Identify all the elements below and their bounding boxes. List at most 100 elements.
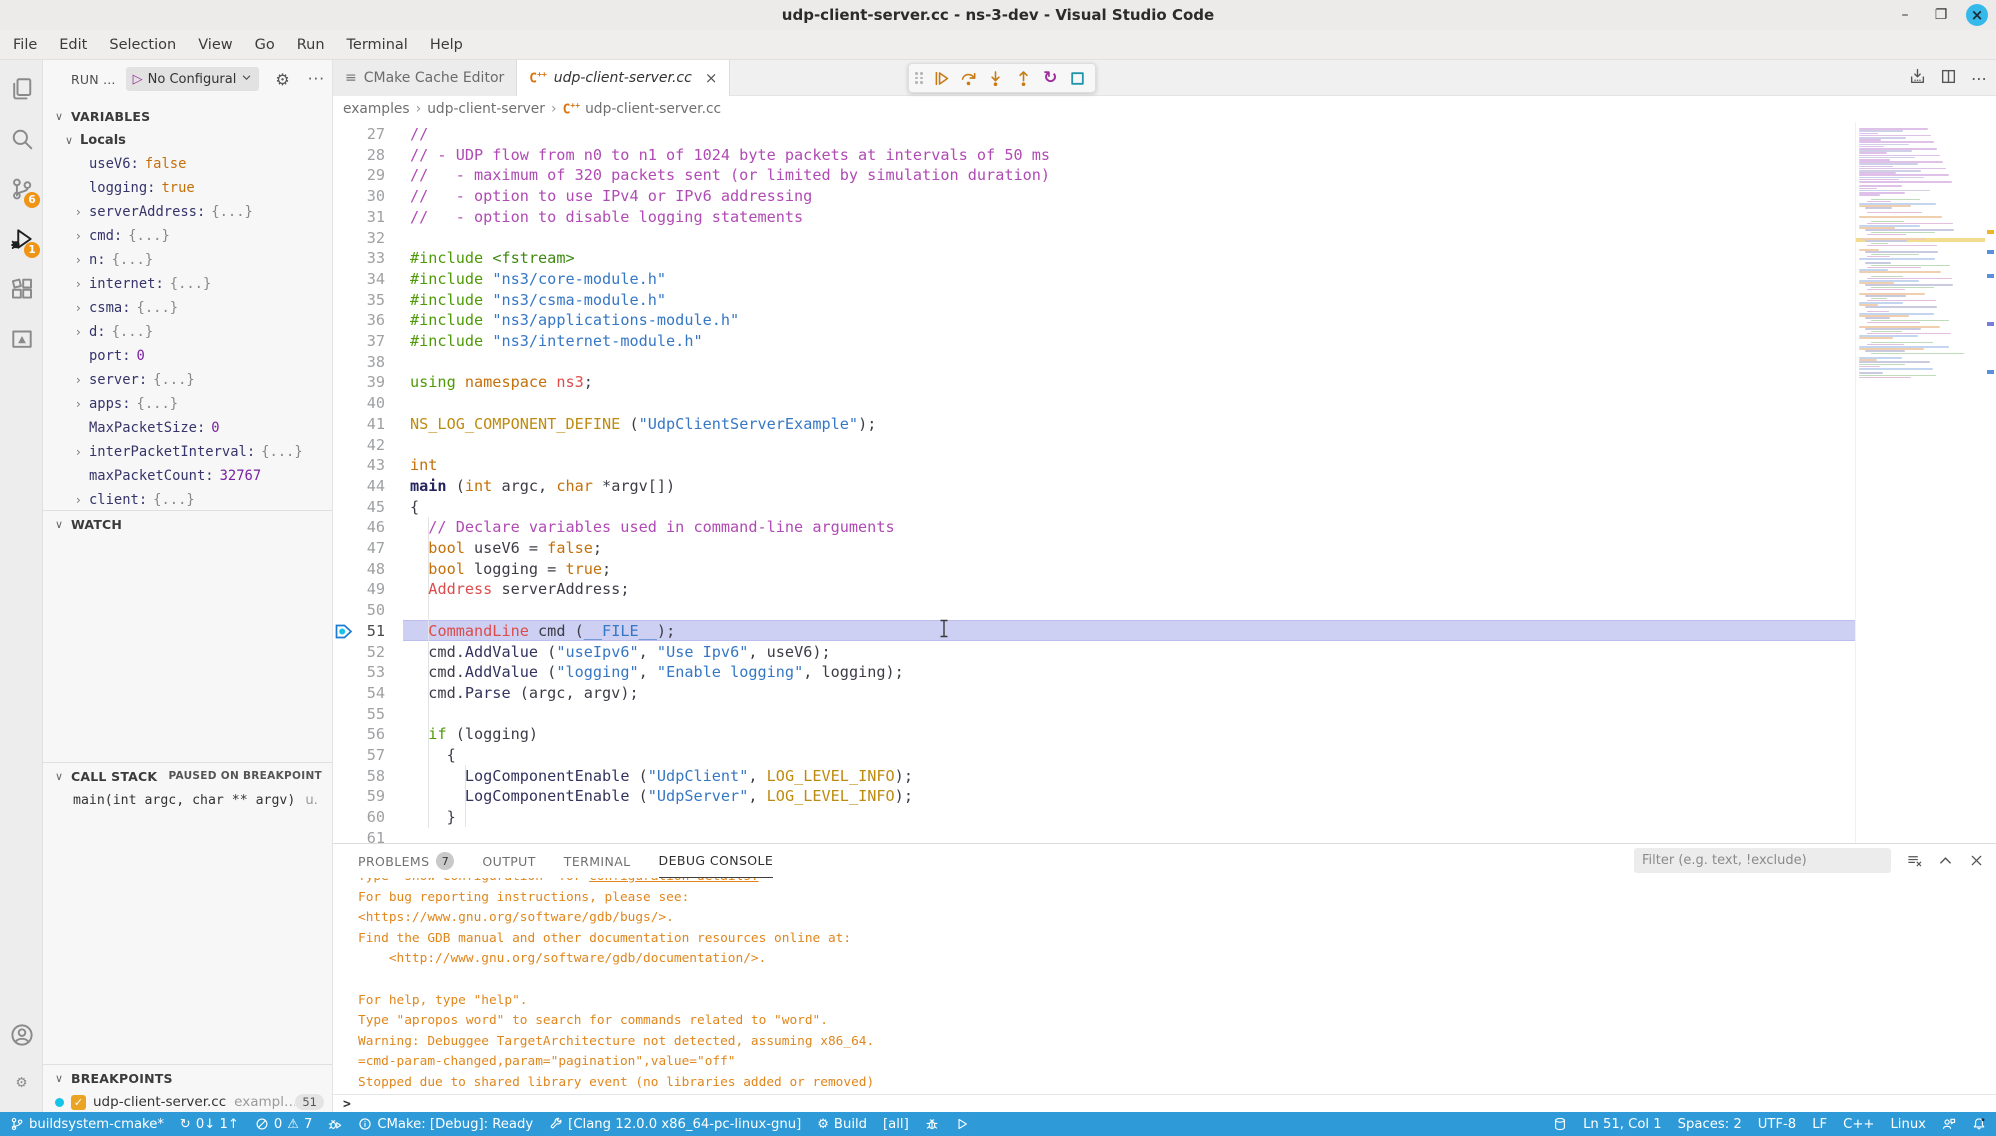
code-line-40[interactable] [410, 393, 1855, 414]
menu-view[interactable]: View [187, 33, 243, 57]
stop-button[interactable] [1066, 66, 1089, 90]
console-input-row[interactable]: > [333, 1094, 1996, 1113]
status-os[interactable]: Linux [1890, 1117, 1926, 1132]
code-line-29[interactable]: // - maximum of 320 packets sent (or lim… [410, 165, 1855, 186]
menu-help[interactable]: Help [419, 33, 474, 57]
panel-tab-output[interactable]: OUTPUT [482, 844, 535, 878]
code-line-41[interactable]: NS_LOG_COMPONENT_DEFINE ("UdpClientServe… [410, 414, 1855, 435]
status-debug-status[interactable] [328, 1117, 342, 1131]
variable-apps[interactable]: › apps: {...} [43, 392, 332, 416]
code-line-28[interactable]: // - UDP flow from n0 to n1 of 1024 byte… [410, 145, 1855, 166]
variables-section-header[interactable]: ∨ VARIABLES [43, 104, 332, 128]
status-notifications[interactable] [1972, 1117, 1986, 1131]
gutter-line-39[interactable]: 39 [333, 372, 403, 393]
code-line-59[interactable]: LogComponentEnable ("UdpServer", LOG_LEV… [410, 786, 1855, 807]
variable-logging[interactable]: logging: true [43, 176, 332, 200]
activity-run-and-debug[interactable]: 1 [0, 216, 43, 262]
variable-server[interactable]: › server: {...} [43, 368, 332, 392]
gutter-line-58[interactable]: 58 [333, 766, 403, 787]
code-line-51[interactable]: CommandLine cmd (__FILE__); [410, 621, 1855, 642]
editor-gutter[interactable]: 2728293031323334353637383940414243444546… [333, 122, 403, 843]
menu-go[interactable]: Go [244, 33, 286, 57]
step-over-button[interactable] [957, 66, 980, 90]
menu-file[interactable]: File [2, 33, 48, 57]
continue-button[interactable] [930, 66, 953, 90]
console-filter-input[interactable] [1634, 848, 1891, 873]
gutter-line-61[interactable]: 61 [333, 828, 403, 843]
code-line-56[interactable]: if (logging) [410, 724, 1855, 745]
variable-port[interactable]: port: 0 [43, 344, 332, 368]
status-feedback[interactable] [1942, 1117, 1956, 1131]
status-language-mode[interactable]: C++ [1843, 1117, 1874, 1132]
status-sync-status[interactable]: ↻0↓ 1↑ [180, 1117, 239, 1132]
maximize-panel-icon[interactable] [1938, 853, 1953, 868]
status-build-target[interactable]: [all] [883, 1117, 909, 1132]
minimize-button[interactable]: – [1894, 4, 1916, 26]
variable-interPacketInterval[interactable]: › interPacketInterval: {...} [43, 440, 332, 464]
code-editor[interactable]: 2728293031323334353637383940414243444546… [333, 122, 1996, 843]
code-line-38[interactable] [410, 352, 1855, 373]
gutter-line-50[interactable]: 50 [333, 600, 403, 621]
activity-manage[interactable]: ⚙ [0, 1060, 43, 1106]
variable-n[interactable]: › n: {...} [43, 248, 332, 272]
panel-tab-terminal[interactable]: TERMINAL [564, 844, 631, 878]
status-cursor-position[interactable]: Ln 51, Col 1 [1583, 1117, 1662, 1132]
gutter-line-28[interactable]: 28 [333, 145, 403, 166]
code-line-50[interactable] [410, 600, 1855, 621]
variable-cmd[interactable]: › cmd: {...} [43, 224, 332, 248]
panel-tab-debug-console[interactable]: DEBUG CONSOLE [659, 844, 774, 878]
variable-MaxPacketSize[interactable]: MaxPacketSize: 0 [43, 416, 332, 440]
variable-d[interactable]: › d: {...} [43, 320, 332, 344]
start-debug-icon[interactable]: ▷ [133, 72, 143, 87]
code-line-36[interactable]: #include "ns3/applications-module.h" [410, 310, 1855, 331]
code-line-60[interactable]: } [410, 807, 1855, 828]
gutter-line-37[interactable]: 37 [333, 331, 403, 352]
activity-explorer[interactable] [0, 66, 43, 112]
code-line-46[interactable]: // Declare variables used in command-lin… [410, 517, 1855, 538]
gutter-line-31[interactable]: 31 [333, 207, 403, 228]
menu-terminal[interactable]: Terminal [336, 33, 419, 57]
breakpoints-section-header[interactable]: ∨ BREAKPOINTS [43, 1066, 332, 1090]
debug-toolbar-drag-handle[interactable] [915, 72, 923, 84]
gutter-line-56[interactable]: 56 [333, 724, 403, 745]
gutter-line-53[interactable]: 53 [333, 662, 403, 683]
status-eol[interactable]: LF [1812, 1117, 1827, 1132]
code-line-43[interactable]: int [410, 455, 1855, 476]
code-line-32[interactable] [410, 228, 1855, 249]
variable-maxPacketCount[interactable]: maxPacketCount: 32767 [43, 464, 332, 488]
code-line-37[interactable]: #include "ns3/internet-module.h" [410, 331, 1855, 352]
code-line-54[interactable]: cmd.Parse (argc, argv); [410, 683, 1855, 704]
variable-useV6[interactable]: useV6: false [43, 152, 332, 176]
gutter-line-45[interactable]: 45 [333, 497, 403, 518]
minimap[interactable] [1855, 122, 1985, 843]
call-stack-section-header[interactable]: ∨ CALL STACK PAUSED ON BREAKPOINT [43, 764, 332, 788]
status-git-branch-status[interactable]: buildsystem-cmake* [10, 1117, 164, 1132]
status-build-button[interactable]: ⚙Build [817, 1117, 867, 1132]
code-line-39[interactable]: using namespace ns3; [410, 372, 1855, 393]
overview-ruler[interactable] [1985, 122, 1996, 843]
gutter-line-38[interactable]: 38 [333, 352, 403, 373]
status-kit-status[interactable]: [Clang 12.0.0 x86_64-pc-linux-gnu] [549, 1117, 801, 1132]
variable-csma[interactable]: › csma: {...} [43, 296, 332, 320]
status-encoding[interactable]: UTF-8 [1758, 1117, 1796, 1132]
gutter-line-57[interactable]: 57 [333, 745, 403, 766]
status-launch-target-button[interactable] [955, 1117, 969, 1131]
code-line-49[interactable]: Address serverAddress; [410, 579, 1855, 600]
gutter-line-29[interactable]: 29 [333, 165, 403, 186]
activity-account[interactable] [0, 1012, 43, 1058]
gutter-line-36[interactable]: 36 [333, 310, 403, 331]
restart-button[interactable]: ↻ [1039, 66, 1062, 90]
gutter-line-55[interactable]: 55 [333, 704, 403, 725]
code-lines[interactable]: //// - UDP flow from n0 to n1 of 1024 by… [410, 122, 1855, 843]
activity-cmake[interactable] [0, 316, 43, 362]
run-or-install-icon[interactable] [1909, 68, 1926, 89]
variable-client[interactable]: › client: {...} [43, 488, 332, 512]
activity-extensions[interactable] [0, 266, 43, 312]
code-line-57[interactable]: { [410, 745, 1855, 766]
code-line-55[interactable] [410, 704, 1855, 725]
debug-config-dropdown[interactable]: ▷ No Configural [126, 67, 260, 91]
gutter-line-52[interactable]: 52 [333, 642, 403, 663]
code-line-61[interactable] [410, 828, 1855, 843]
activity-search[interactable] [0, 116, 43, 162]
status-indentation[interactable]: Spaces: 2 [1678, 1117, 1742, 1132]
